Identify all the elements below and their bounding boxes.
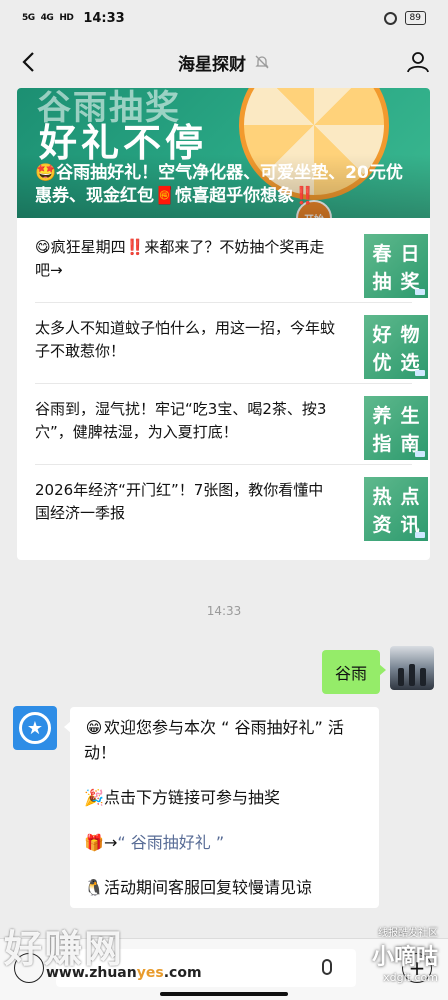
article-list: 😋疯狂星期四‼️来都来了？不妨抽个奖再走吧→ 春 日 抽 奖 太多人不知道蚊子怕… — [17, 222, 430, 546]
arrow-text: → — [104, 833, 118, 852]
article-title: 谷雨到，湿气扰！牢记“吃3宝、喝2茶、按3穴”，健脾祛湿，为入夏打底！ — [35, 400, 327, 441]
thumb-char: 抽 — [372, 270, 392, 293]
status-time: 14:33 — [83, 10, 125, 26]
thumb-char: 资 — [372, 513, 392, 536]
welcome-text: 欢迎您参与本次 “ 谷雨抽好礼” 活动！ — [84, 718, 344, 762]
article-item[interactable]: 😋疯狂星期四‼️来都来了？不妨抽个奖再走吧→ 春 日 抽 奖 — [35, 222, 428, 303]
avatar-figure — [398, 668, 404, 686]
thumb-char: 好 — [372, 323, 392, 346]
watermark-right: 线报酷发社区 小嘀咕 xdgit.com — [372, 924, 438, 984]
penguin-emoji-icon: 🐧 — [84, 878, 104, 897]
article-item[interactable]: 2026年经济“开门红”！7张图，教你看懂中国经济一季报 热 点 资 讯 — [35, 465, 428, 546]
gift-emoji-icon: 🎁 — [84, 833, 104, 852]
watermark-url-b: yes — [136, 965, 164, 981]
article-thumbnail: 热 点 资 讯 — [364, 477, 428, 541]
watermark-url-c: .com — [163, 965, 202, 981]
user-avatar[interactable] — [390, 646, 434, 690]
nav-title-wrap: 海星探财 — [178, 50, 270, 75]
thumb-char: 春 — [372, 242, 392, 265]
bot-message-bubble: 😁 欢迎您参与本次 “ 谷雨抽好礼” 活动！ 🎉点击下方链接可参与抽奖 🎁→“ 谷… — [64, 707, 379, 908]
back-button[interactable] — [14, 48, 42, 76]
article-item[interactable]: 谷雨到，湿气扰！牢记“吃3宝、喝2茶、按3穴”，健脾祛湿，为入夏打底！ 养 生 … — [35, 384, 428, 465]
article-thumbnail: 春 日 抽 奖 — [364, 234, 428, 298]
thumb-char: 指 — [372, 432, 392, 455]
thumb-corner-icon — [415, 289, 425, 295]
thumb-char: 生 — [400, 404, 420, 427]
alarm-icon — [383, 11, 397, 25]
thumb-char: 点 — [400, 485, 420, 508]
status-bar: 5G 4G HD 14:33 89 — [0, 0, 448, 36]
bot-line-welcome: 😁 欢迎您参与本次 “ 谷雨抽好礼” 活动！ — [84, 715, 365, 765]
article-thumbnail: 养 生 指 南 — [364, 396, 428, 460]
status-right: 89 — [383, 11, 426, 25]
thumb-char: 养 — [372, 404, 392, 427]
watermark-right-small: 线报酷发社区 — [378, 928, 438, 939]
thumb-char: 优 — [372, 351, 392, 374]
article-thumbnail: 好 物 优 选 — [364, 315, 428, 379]
banner-headline: 🤩谷雨抽好礼！空气净化器、可爱坐垫、20元优惠券、现金红包🧧惊喜超乎你想象‼️ — [17, 154, 430, 218]
avatar-figure — [409, 664, 415, 686]
user-message-bubble[interactable]: 谷雨 — [321, 650, 387, 694]
article-title: 2026年经济“开门红”！7张图，教你看懂中国经济一季报 — [35, 481, 324, 522]
thumb-corner-icon — [415, 532, 425, 538]
profile-button[interactable] — [404, 48, 432, 76]
chevron-left-icon — [22, 52, 34, 72]
home-indicator — [160, 992, 288, 996]
grin-emoji-icon: 😁 — [85, 718, 103, 737]
chat-timestamp: 14:33 — [206, 604, 242, 618]
thumb-corner-icon — [415, 451, 425, 457]
article-item[interactable]: 太多人不知道蚊子怕什么，用这一招，今年蚊子不敢惹你！ 好 物 优 选 — [35, 303, 428, 384]
article-card: 谷雨抽奖 好礼不停 开始 🤩谷雨抽好礼！空气净化器、可爱坐垫、20元优惠券、现金… — [17, 88, 430, 560]
watermark-right-big: 小嘀咕 — [371, 945, 438, 970]
lottery-link[interactable]: “ 谷雨抽好礼 ” — [117, 833, 224, 852]
page-title: 海星探财 — [178, 54, 246, 75]
thumb-corner-icon — [415, 370, 425, 376]
bot-avatar[interactable]: ★ — [13, 706, 57, 750]
nav-bar: 海星探财 — [0, 36, 448, 88]
avatar-figure — [420, 668, 426, 686]
thumb-char: 热 — [372, 485, 392, 508]
notice-text: 活动期间客服回复较慢请见谅 — [104, 878, 313, 897]
thumb-char: 日 — [400, 242, 420, 265]
person-icon — [407, 52, 429, 73]
hd-indicator: HD — [59, 13, 74, 23]
status-left: 5G 4G HD 14:33 — [22, 11, 125, 26]
watermark-url-a: www.zhuan — [46, 965, 137, 981]
article-banner[interactable]: 谷雨抽奖 好礼不停 开始 🤩谷雨抽好礼！空气净化器、可爱坐垫、20元优惠券、现金… — [17, 88, 430, 218]
network-5g-indicator: 5G — [22, 13, 35, 23]
instruction-text: 点击下方链接可参与抽奖 — [104, 788, 281, 807]
article-title: 太多人不知道蚊子怕什么，用这一招，今年蚊子不敢惹你！ — [35, 319, 336, 360]
mic-icon[interactable] — [322, 959, 332, 975]
bot-line-notice: 🐧活动期间客服回复较慢请见谅 — [84, 875, 365, 900]
mute-bell-icon — [255, 55, 269, 69]
bot-line-instruction: 🎉点击下方链接可参与抽奖 — [84, 785, 365, 810]
star-icon: ★ — [19, 712, 51, 744]
watermark-right-domain: xdgit.com — [383, 971, 438, 984]
bot-line-link: 🎁→“ 谷雨抽好礼 ” — [84, 830, 365, 855]
article-title: 😋疯狂星期四‼️来都来了？不妨抽个奖再走吧→ — [35, 238, 325, 279]
thumb-char: 物 — [400, 323, 420, 346]
network-4g-indicator: 4G — [40, 13, 54, 23]
watermark-url: www.zhuanyes.com — [46, 965, 202, 981]
battery-indicator: 89 — [404, 11, 426, 25]
party-emoji-icon: 🎉 — [84, 788, 104, 807]
